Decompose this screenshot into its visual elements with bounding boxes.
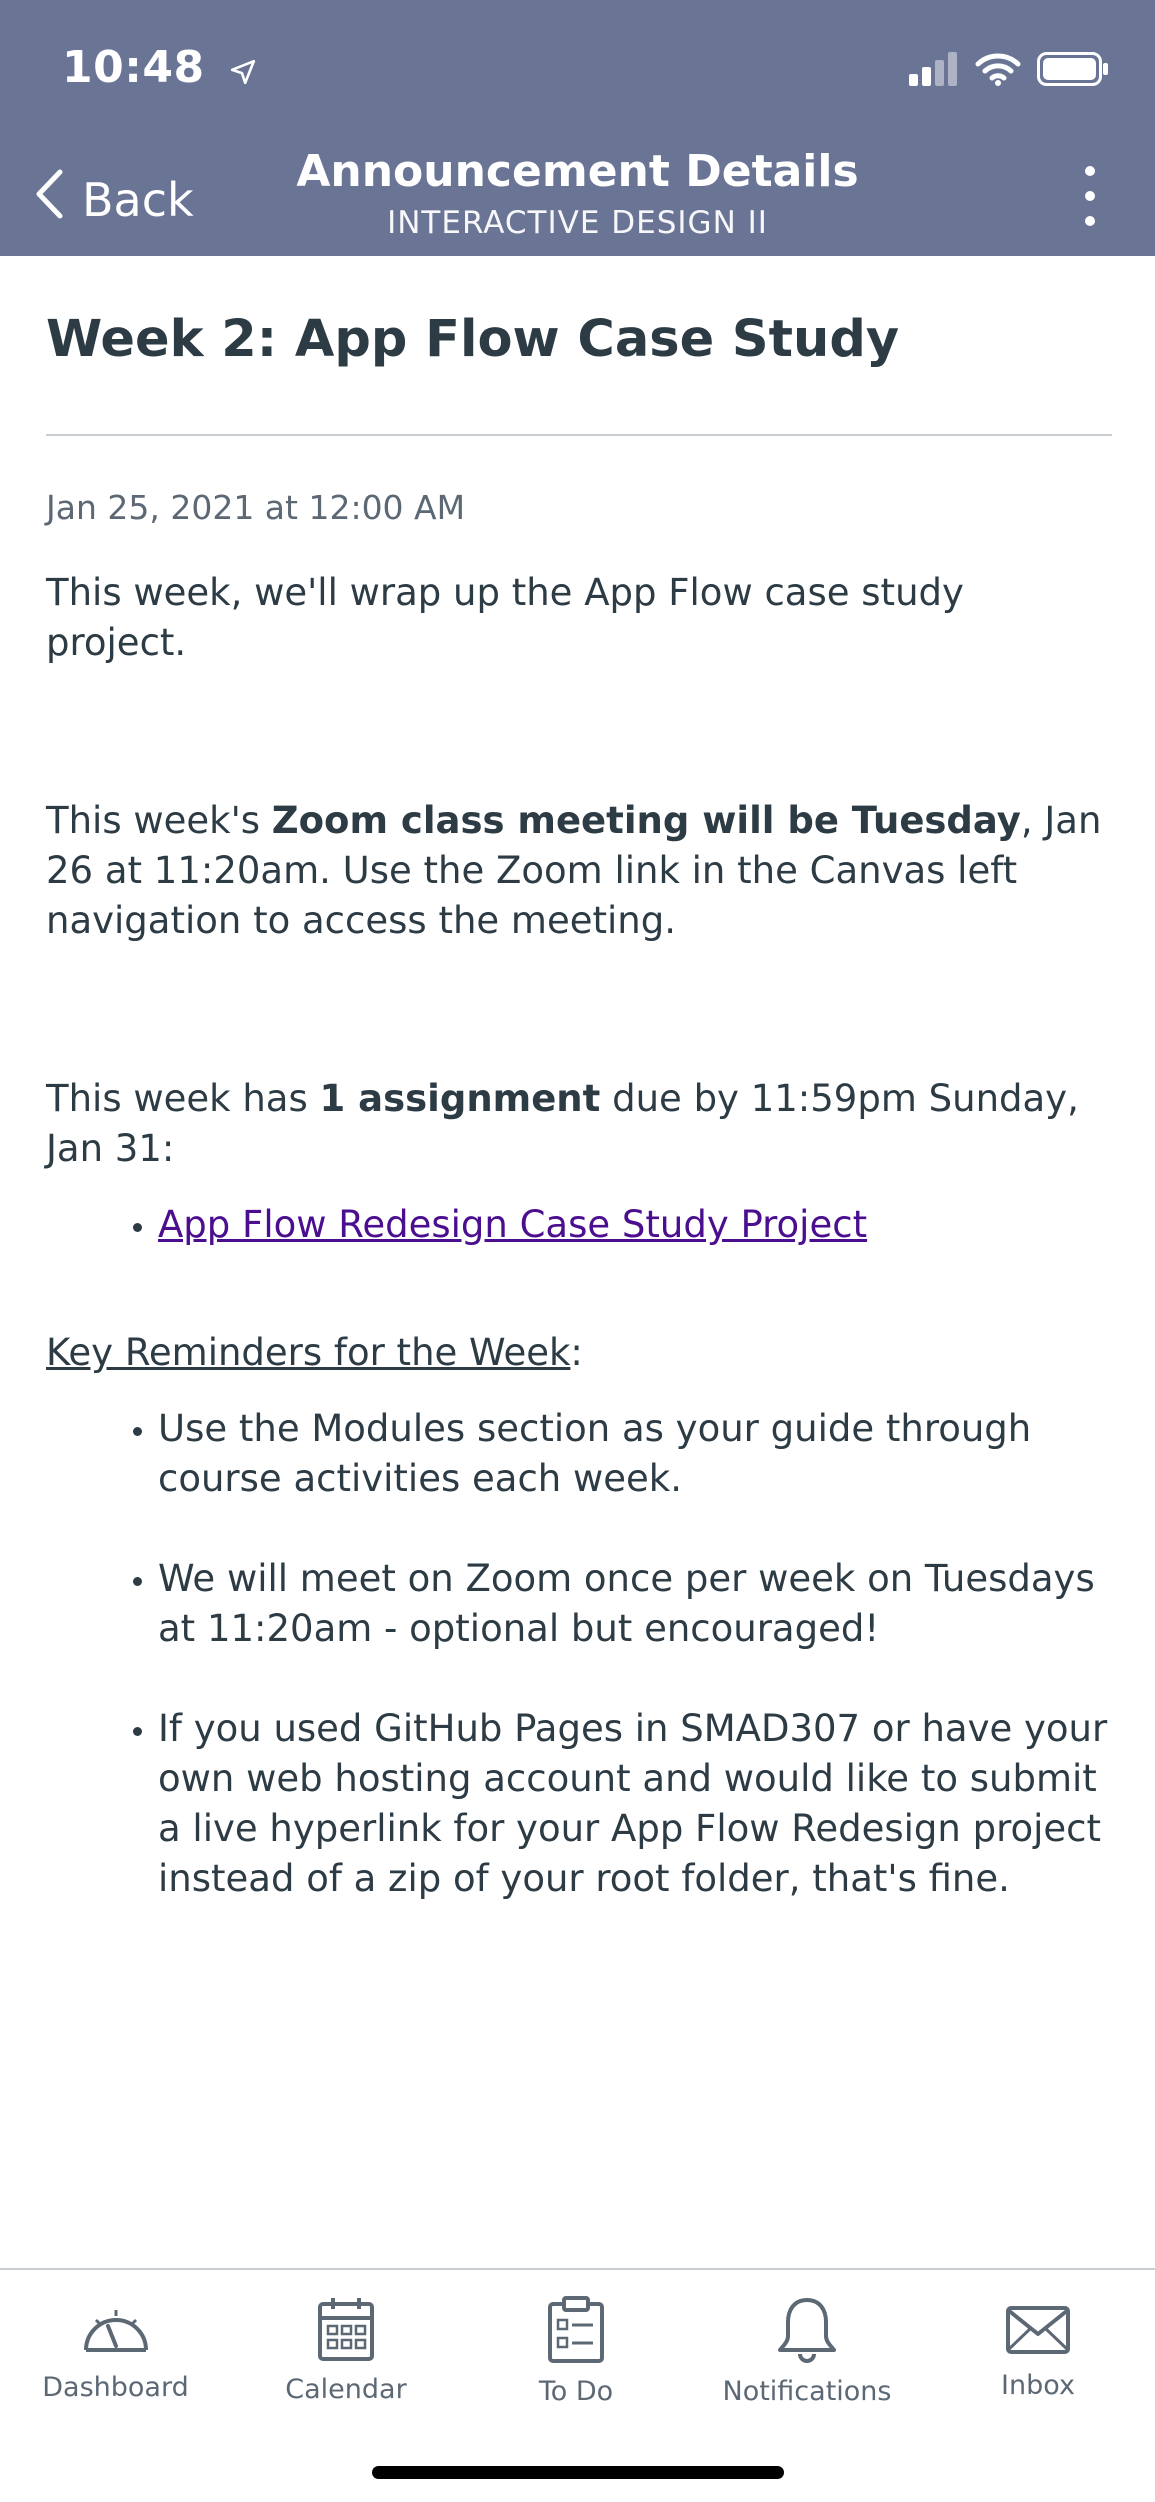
course-subtitle: INTERACTIVE DESIGN II [387,205,768,241]
location-arrow-icon [230,45,256,96]
paragraph-intro: This week, we'll wrap up the App Flow ca… [46,571,964,664]
text-span: This week has [46,1077,320,1120]
assignment-link[interactable]: App Flow Redesign Case Study Project [158,1203,867,1246]
status-bar-time: 10:48 [62,42,256,96]
tab-label: Notifications [722,2376,892,2407]
announcement-title: Week 2: App Flow Case Study [46,310,900,369]
tab-dashboard[interactable]: Dashboard [28,2296,203,2403]
assignment-list: App Flow Redesign Case Study Project [46,1200,1112,1250]
bold-text: 1 assignment [319,1077,601,1120]
divider [46,434,1112,436]
paragraph-zoom: This week's Zoom class meeting will be T… [46,796,1112,946]
list-item: If you used GitHub Pages in SMAD307 or h… [158,1704,1112,1904]
chevron-left-icon [34,168,82,231]
tab-inbox[interactable]: Inbox [978,2296,1098,2401]
home-indicator [372,2466,784,2479]
kebab-dot [1085,191,1095,201]
status-bar-indicators [909,52,1109,90]
page-title: Announcement Details [296,146,859,197]
list-item: We will meet on Zoom once per week on Tu… [158,1554,1112,1654]
tab-todo[interactable]: To Do [500,2296,652,2407]
list-item: Use the Modules section as your guide th… [158,1404,1112,1504]
tab-label: Inbox [1001,2370,1075,2401]
wifi-icon [975,52,1021,90]
tab-label: To Do [538,2376,614,2407]
todo-icon [500,2296,652,2364]
list-item: App Flow Redesign Case Study Project [158,1200,1112,1250]
calendar-icon [262,2296,430,2362]
tab-notifications[interactable]: Notifications [712,2296,902,2407]
more-options-button[interactable] [1065,166,1115,226]
announcement-date: Jan 25, 2021 at 12:00 AM [46,488,466,527]
back-label: Back [82,172,194,227]
tab-label: Dashboard [42,2372,189,2403]
reminders-heading: Key Reminders for the Week: [46,1328,1112,1378]
back-button[interactable]: Back [34,168,194,231]
kebab-dot [1085,166,1095,176]
status-time-text: 10:48 [62,42,205,93]
header-title-group: Announcement Details INTERACTIVE DESIGN … [250,145,905,243]
nav-header: 10:48 Back Announcement Details INTERACT… [0,0,1155,256]
tab-label: Calendar [285,2374,407,2405]
underlined-heading: Key Reminders for the Week [46,1331,571,1374]
announcement-body: Week 2: App Flow Case Study Jan 25, 2021… [46,256,1112,1954]
text-span: : [570,1331,583,1374]
battery-icon [1037,52,1109,90]
kebab-dot [1085,216,1095,226]
paragraph-assignment: This week has 1 assignment due by 11:59p… [46,1074,1112,1174]
reminders-list: Use the Modules section as your guide th… [46,1404,1112,1904]
cellular-signal-icon [909,52,959,90]
text-span: This week's [46,799,272,842]
bell-icon [712,2296,902,2364]
bold-text: Zoom class meeting will be Tuesday [271,799,1021,842]
envelope-icon [978,2296,1098,2358]
tab-calendar[interactable]: Calendar [262,2296,430,2405]
dashboard-icon [28,2296,203,2360]
